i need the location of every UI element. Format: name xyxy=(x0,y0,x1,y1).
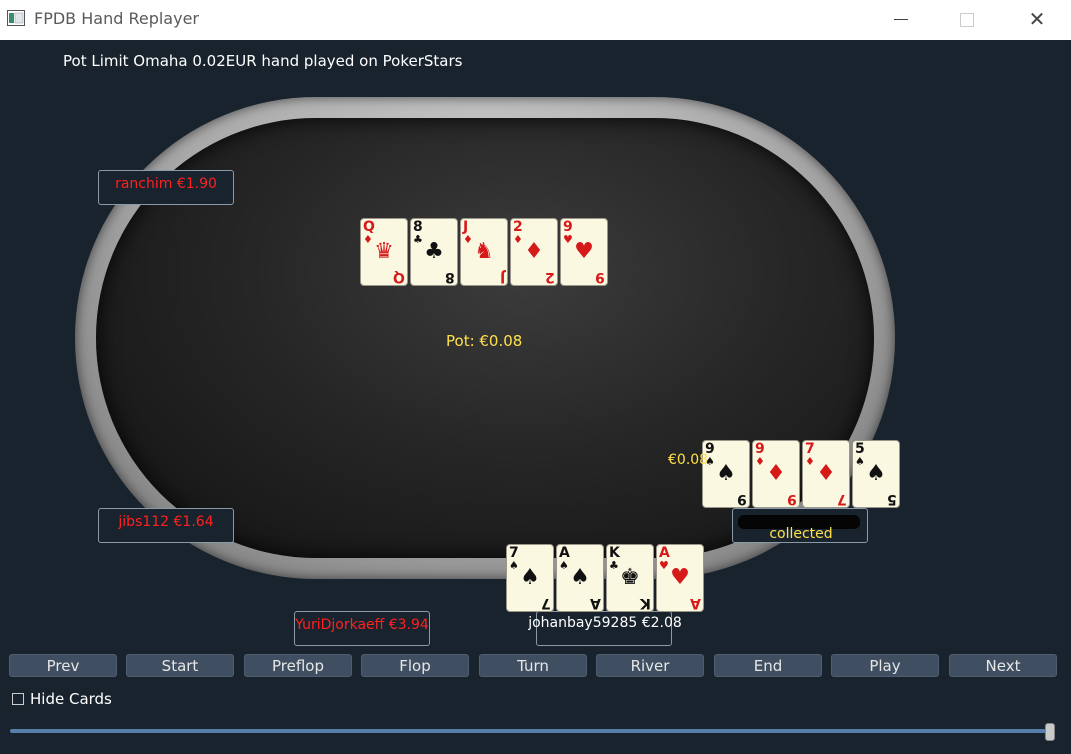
hero-hole-card: A ♠ ♠ A xyxy=(556,544,604,612)
player-label: jibs112 €1.64 xyxy=(118,514,214,530)
card-face-icon: ♦ xyxy=(816,461,836,486)
card-face-icon: ♛ xyxy=(374,239,394,264)
card-rank-bottom: 9 xyxy=(595,269,605,285)
winner-status: collected xyxy=(769,526,833,542)
maximize-icon[interactable] xyxy=(944,0,990,40)
flop-button[interactable]: Flop xyxy=(361,654,469,677)
card-rank-bottom: 7 xyxy=(541,595,551,611)
winner-bet-amount: €0.08 xyxy=(668,452,709,468)
next-button[interactable]: Next xyxy=(949,654,1057,677)
river-button[interactable]: River xyxy=(596,654,704,677)
card-face-icon: ♚ xyxy=(620,565,640,590)
seat-jibs112: jibs112 €1.64 xyxy=(98,508,234,543)
app-icon xyxy=(7,10,25,26)
card-rank-bottom: 9 xyxy=(737,491,747,507)
start-button[interactable]: Start xyxy=(126,654,234,677)
seat-yuridjorkaeff: YuriDjorkaeff €3.94 xyxy=(294,611,430,646)
hide-cards-toggle[interactable]: Hide Cards xyxy=(12,690,112,708)
seat-ranchim: ranchim €1.90 xyxy=(98,170,234,205)
replay-controls: Prev Start Preflop Flop Turn River End P… xyxy=(9,654,1061,678)
hero-player-label: johanbay59285 €2.08 xyxy=(528,615,682,631)
card-face-icon: ♞ xyxy=(474,239,494,264)
card-rank-bottom: J xyxy=(499,269,505,285)
hero-hole-card: A ♥ ♥ A xyxy=(656,544,704,612)
card-rank-bottom: 7 xyxy=(837,491,847,507)
card-face-icon: ♠ xyxy=(520,565,540,590)
player-label: YuriDjorkaeff €3.94 xyxy=(295,617,429,633)
card-rank-bottom: A xyxy=(690,595,701,611)
board-card: 2 ♦ ♦ 2 xyxy=(510,218,558,286)
card-rank-bottom: Q xyxy=(393,269,405,285)
card-face-icon: ♠ xyxy=(570,565,590,590)
card-rank-bottom: K xyxy=(640,595,651,611)
card-face-icon: ♥ xyxy=(574,239,594,264)
replay-slider-track[interactable] xyxy=(10,729,1050,733)
board-card: J ♦ ♞ J xyxy=(460,218,508,286)
board-card: 8 ♣ ♣ 8 xyxy=(410,218,458,286)
card-face-icon: ♠ xyxy=(866,461,886,486)
board-card: Q ♦ ♛ Q xyxy=(360,218,408,286)
hide-cards-checkbox[interactable] xyxy=(12,693,24,705)
hero-hole-card: 7 ♠ ♠ 7 xyxy=(506,544,554,612)
board-card: 9 ♥ ♥ 9 xyxy=(560,218,608,286)
card-rank-bottom: 5 xyxy=(887,491,897,507)
turn-button[interactable]: Turn xyxy=(479,654,587,677)
prev-button[interactable]: Prev xyxy=(9,654,117,677)
window-title: FPDB Hand Replayer xyxy=(34,9,199,28)
preflop-button[interactable]: Preflop xyxy=(244,654,352,677)
winner-hole-card: 9 ♦ ♦ 9 xyxy=(752,440,800,508)
end-button[interactable]: End xyxy=(714,654,822,677)
card-rank-bottom: 2 xyxy=(545,269,555,285)
window-titlebar: FPDB Hand Replayer ✕ xyxy=(0,0,1071,40)
replay-slider-handle[interactable] xyxy=(1045,723,1055,741)
card-face-icon: ♥ xyxy=(670,565,690,590)
card-face-icon: ♣ xyxy=(424,239,444,264)
card-rank-bottom: A xyxy=(590,595,601,611)
card-rank-bottom: 8 xyxy=(445,269,455,285)
winner-hole-card: 9 ♠ ♠ 9 xyxy=(702,440,750,508)
hide-cards-label: Hide Cards xyxy=(30,690,112,708)
player-label: ranchim €1.90 xyxy=(115,176,217,192)
minimize-icon[interactable] xyxy=(878,0,924,40)
play-button[interactable]: Play xyxy=(831,654,939,677)
close-icon[interactable]: ✕ xyxy=(1014,0,1060,40)
card-face-icon: ♠ xyxy=(716,461,736,486)
card-face-icon: ♦ xyxy=(766,461,786,486)
card-rank-bottom: 9 xyxy=(787,491,797,507)
card-face-icon: ♦ xyxy=(524,239,544,264)
winner-hole-card: 7 ♦ ♦ 7 xyxy=(802,440,850,508)
pot-amount: Pot: €0.08 xyxy=(446,332,523,350)
hero-hole-card: K ♣ ♚ K xyxy=(606,544,654,612)
winner-hole-card: 5 ♠ ♠ 5 xyxy=(852,440,900,508)
hand-description: Pot Limit Omaha 0.02EUR hand played on P… xyxy=(63,52,463,70)
